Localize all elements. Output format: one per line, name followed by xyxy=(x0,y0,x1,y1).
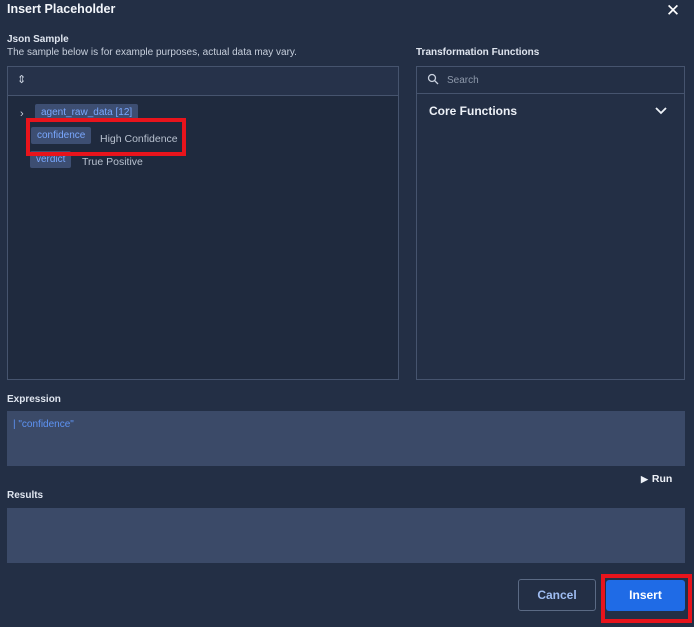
json-key-verdict[interactable]: verdict xyxy=(30,151,72,168)
json-sample-label: Json Sample xyxy=(7,34,69,45)
json-sample-description: The sample below is for example purposes… xyxy=(7,47,297,58)
expression-value: | "confidence" xyxy=(13,419,74,430)
run-label: Run xyxy=(651,473,673,485)
search-icon xyxy=(427,73,439,85)
transformation-functions-label: Transformation Functions xyxy=(416,47,540,58)
search-input[interactable] xyxy=(447,71,667,89)
json-value-verdict: True Positive xyxy=(82,156,143,168)
insert-placeholder-dialog: Insert Placeholder ✕ Json Sample The sam… xyxy=(0,0,694,627)
results-label: Results xyxy=(7,490,44,501)
json-panel-header: ⇕ xyxy=(8,67,398,96)
search-bar xyxy=(417,67,684,94)
transformation-functions-panel: Core Functions xyxy=(416,66,685,380)
play-icon: ▶ xyxy=(641,474,648,484)
cancel-button[interactable]: Cancel xyxy=(518,579,596,611)
core-functions-accordion[interactable]: Core Functions xyxy=(417,100,684,124)
json-key-confidence[interactable]: confidence xyxy=(31,127,92,144)
results-output xyxy=(7,508,685,563)
dialog-title: Insert Placeholder xyxy=(7,2,116,16)
chevron-right-icon[interactable]: › xyxy=(20,108,24,120)
run-button[interactable]: ▶ Run xyxy=(641,473,672,485)
json-key-agent-raw-data[interactable]: agent_raw_data [12] xyxy=(35,104,139,121)
json-sample-panel: ⇕ › agent_raw_data [12] confidence High … xyxy=(7,66,399,380)
sort-icon[interactable]: ⇕ xyxy=(17,73,26,86)
close-icon[interactable]: ✕ xyxy=(662,0,684,22)
core-functions-label: Core Functions xyxy=(429,104,518,118)
chevron-down-icon xyxy=(655,107,667,115)
expression-label: Expression xyxy=(7,394,61,405)
json-value-confidence: High Confidence xyxy=(100,133,178,145)
insert-button[interactable]: Insert xyxy=(606,580,685,611)
expression-input[interactable]: | "confidence" xyxy=(7,411,685,466)
